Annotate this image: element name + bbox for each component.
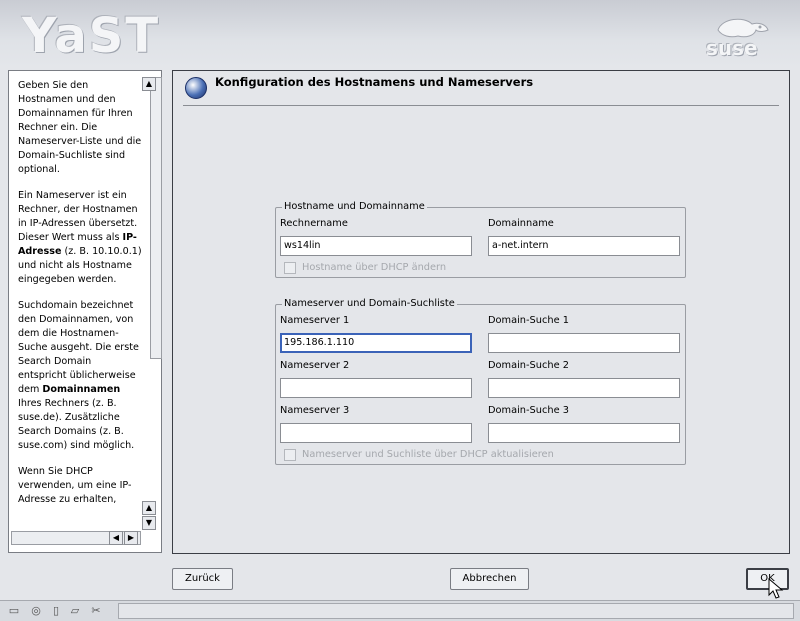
suse-wordmark: suse [706, 36, 758, 60]
back-button[interactable]: Zurück [172, 568, 233, 590]
help-paragraph: Wenn Sie DHCP verwenden, um eine IP-Adre… [18, 466, 132, 505]
help-bold-term: Domainnamen [42, 384, 121, 395]
hostname-label: Rechnername [280, 218, 348, 229]
nameserver-2-label: Nameserver 2 [280, 360, 350, 371]
hostname-dhcp-checkbox[interactable] [284, 262, 296, 274]
folder-icon[interactable]: ▱ [69, 605, 81, 617]
domain-search-1-input[interactable] [488, 333, 680, 353]
title-divider [183, 105, 779, 106]
scroll-up-icon[interactable]: ▲ [142, 77, 156, 91]
nameserver-3-input[interactable] [280, 423, 472, 443]
dialog-panel: Konfiguration des Hostnamens und Nameser… [172, 70, 790, 554]
scroll-down-icon[interactable]: ▼ [142, 516, 156, 530]
nameserver-1-label: Nameserver 1 [280, 315, 350, 326]
nameserver-1-input[interactable]: 195.186.1.110 [280, 333, 472, 353]
network-globe-icon [185, 77, 207, 99]
nameserver-group: Nameserver und Domain-Suchliste Nameserv… [275, 298, 686, 465]
hostname-dhcp-label: Hostname über DHCP ändern [302, 262, 447, 273]
domain-search-2-label: Domain-Suche 2 [488, 360, 569, 371]
yast-logo: YaST [22, 8, 161, 64]
domain-search-3-input[interactable] [488, 423, 680, 443]
domain-search-2-input[interactable] [488, 378, 680, 398]
page-title: Konfiguration des Hostnamens und Nameser… [215, 75, 534, 89]
scroll-right-icon[interactable]: ▶ [124, 531, 138, 545]
help-bold-term: IP-Adresse [18, 232, 137, 257]
help-vertical-scrollbar[interactable] [150, 77, 162, 359]
help-paragraph: Ein Nameserver ist ein Rechner, der Host… [18, 190, 142, 285]
help-paragraph: Geben Sie den Hostnamen und den Domainna… [18, 80, 142, 175]
domain-search-3-label: Domain-Suche 3 [488, 405, 569, 416]
domain-label: Domainname [488, 218, 554, 229]
taskbar: ▭ ◎ ▯ ▱ ✂ [0, 600, 800, 621]
scroll-left-icon[interactable]: ◀ [109, 531, 123, 545]
nameserver-group-legend: Nameserver und Domain-Suchliste [282, 298, 457, 309]
hostname-group: Hostname und Domainname Rechnername ws14… [275, 201, 686, 278]
hostname-input[interactable]: ws14lin [280, 236, 472, 256]
nameserver-3-label: Nameserver 3 [280, 405, 350, 416]
nameserver-dhcp-checkbox[interactable] [284, 449, 296, 461]
mouse-pointer-icon [768, 578, 784, 599]
document-icon[interactable]: ▯ [50, 605, 62, 617]
drive-icon[interactable]: ▭ [8, 605, 20, 617]
help-text: Geben Sie den Hostnamen und den Domainna… [18, 79, 142, 537]
nameserver-2-input[interactable] [280, 378, 472, 398]
header-banner: YaST suse [0, 0, 800, 68]
help-paragraph: Suchdomain bezeichnet den Domainnamen, v… [18, 300, 139, 451]
domain-search-1-label: Domain-Suche 1 [488, 315, 569, 326]
task-area[interactable] [118, 603, 794, 619]
domain-input[interactable]: a-net.intern [488, 236, 680, 256]
tools-icon[interactable]: ✂ [90, 605, 102, 617]
help-panel[interactable]: Geben Sie den Hostnamen und den Domainna… [8, 70, 162, 553]
scroll-up-icon[interactable]: ▲ [142, 501, 156, 515]
hostname-group-legend: Hostname und Domainname [282, 201, 427, 212]
circle-icon[interactable]: ◎ [30, 605, 42, 617]
nameserver-dhcp-label: Nameserver und Suchliste über DHCP aktua… [302, 449, 554, 460]
abort-button[interactable]: Abbrechen [450, 568, 529, 590]
